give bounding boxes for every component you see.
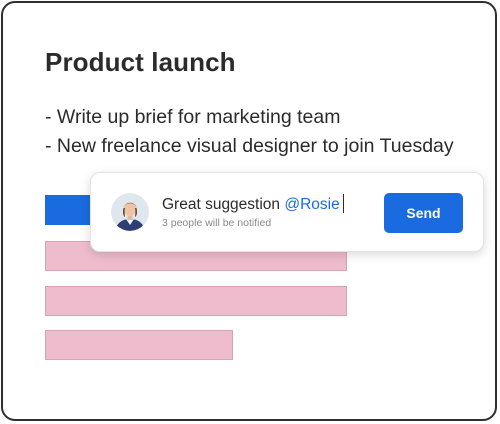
- comment-popup: Great suggestion @Rosie 3 people will be…: [90, 172, 484, 252]
- comment-input[interactable]: Great suggestion @Rosie: [162, 194, 345, 214]
- placeholder-line: [45, 330, 233, 360]
- text-cursor: [342, 194, 345, 213]
- comment-text: Great suggestion: [162, 196, 285, 213]
- mention-tag[interactable]: @Rosie: [284, 196, 339, 213]
- avatar: [111, 193, 149, 231]
- send-button[interactable]: Send: [384, 193, 463, 233]
- user-avatar-icon: [111, 193, 149, 231]
- bullet-item: - Write up brief for marketing team: [45, 106, 341, 128]
- notify-hint: 3 people will be notified: [162, 217, 272, 229]
- document-title: Product launch: [45, 47, 236, 77]
- bullet-item: - New freelance visual designer to join …: [45, 135, 454, 157]
- bullet-list: - Write up brief for marketing team - Ne…: [45, 103, 454, 161]
- placeholder-line: [45, 286, 347, 316]
